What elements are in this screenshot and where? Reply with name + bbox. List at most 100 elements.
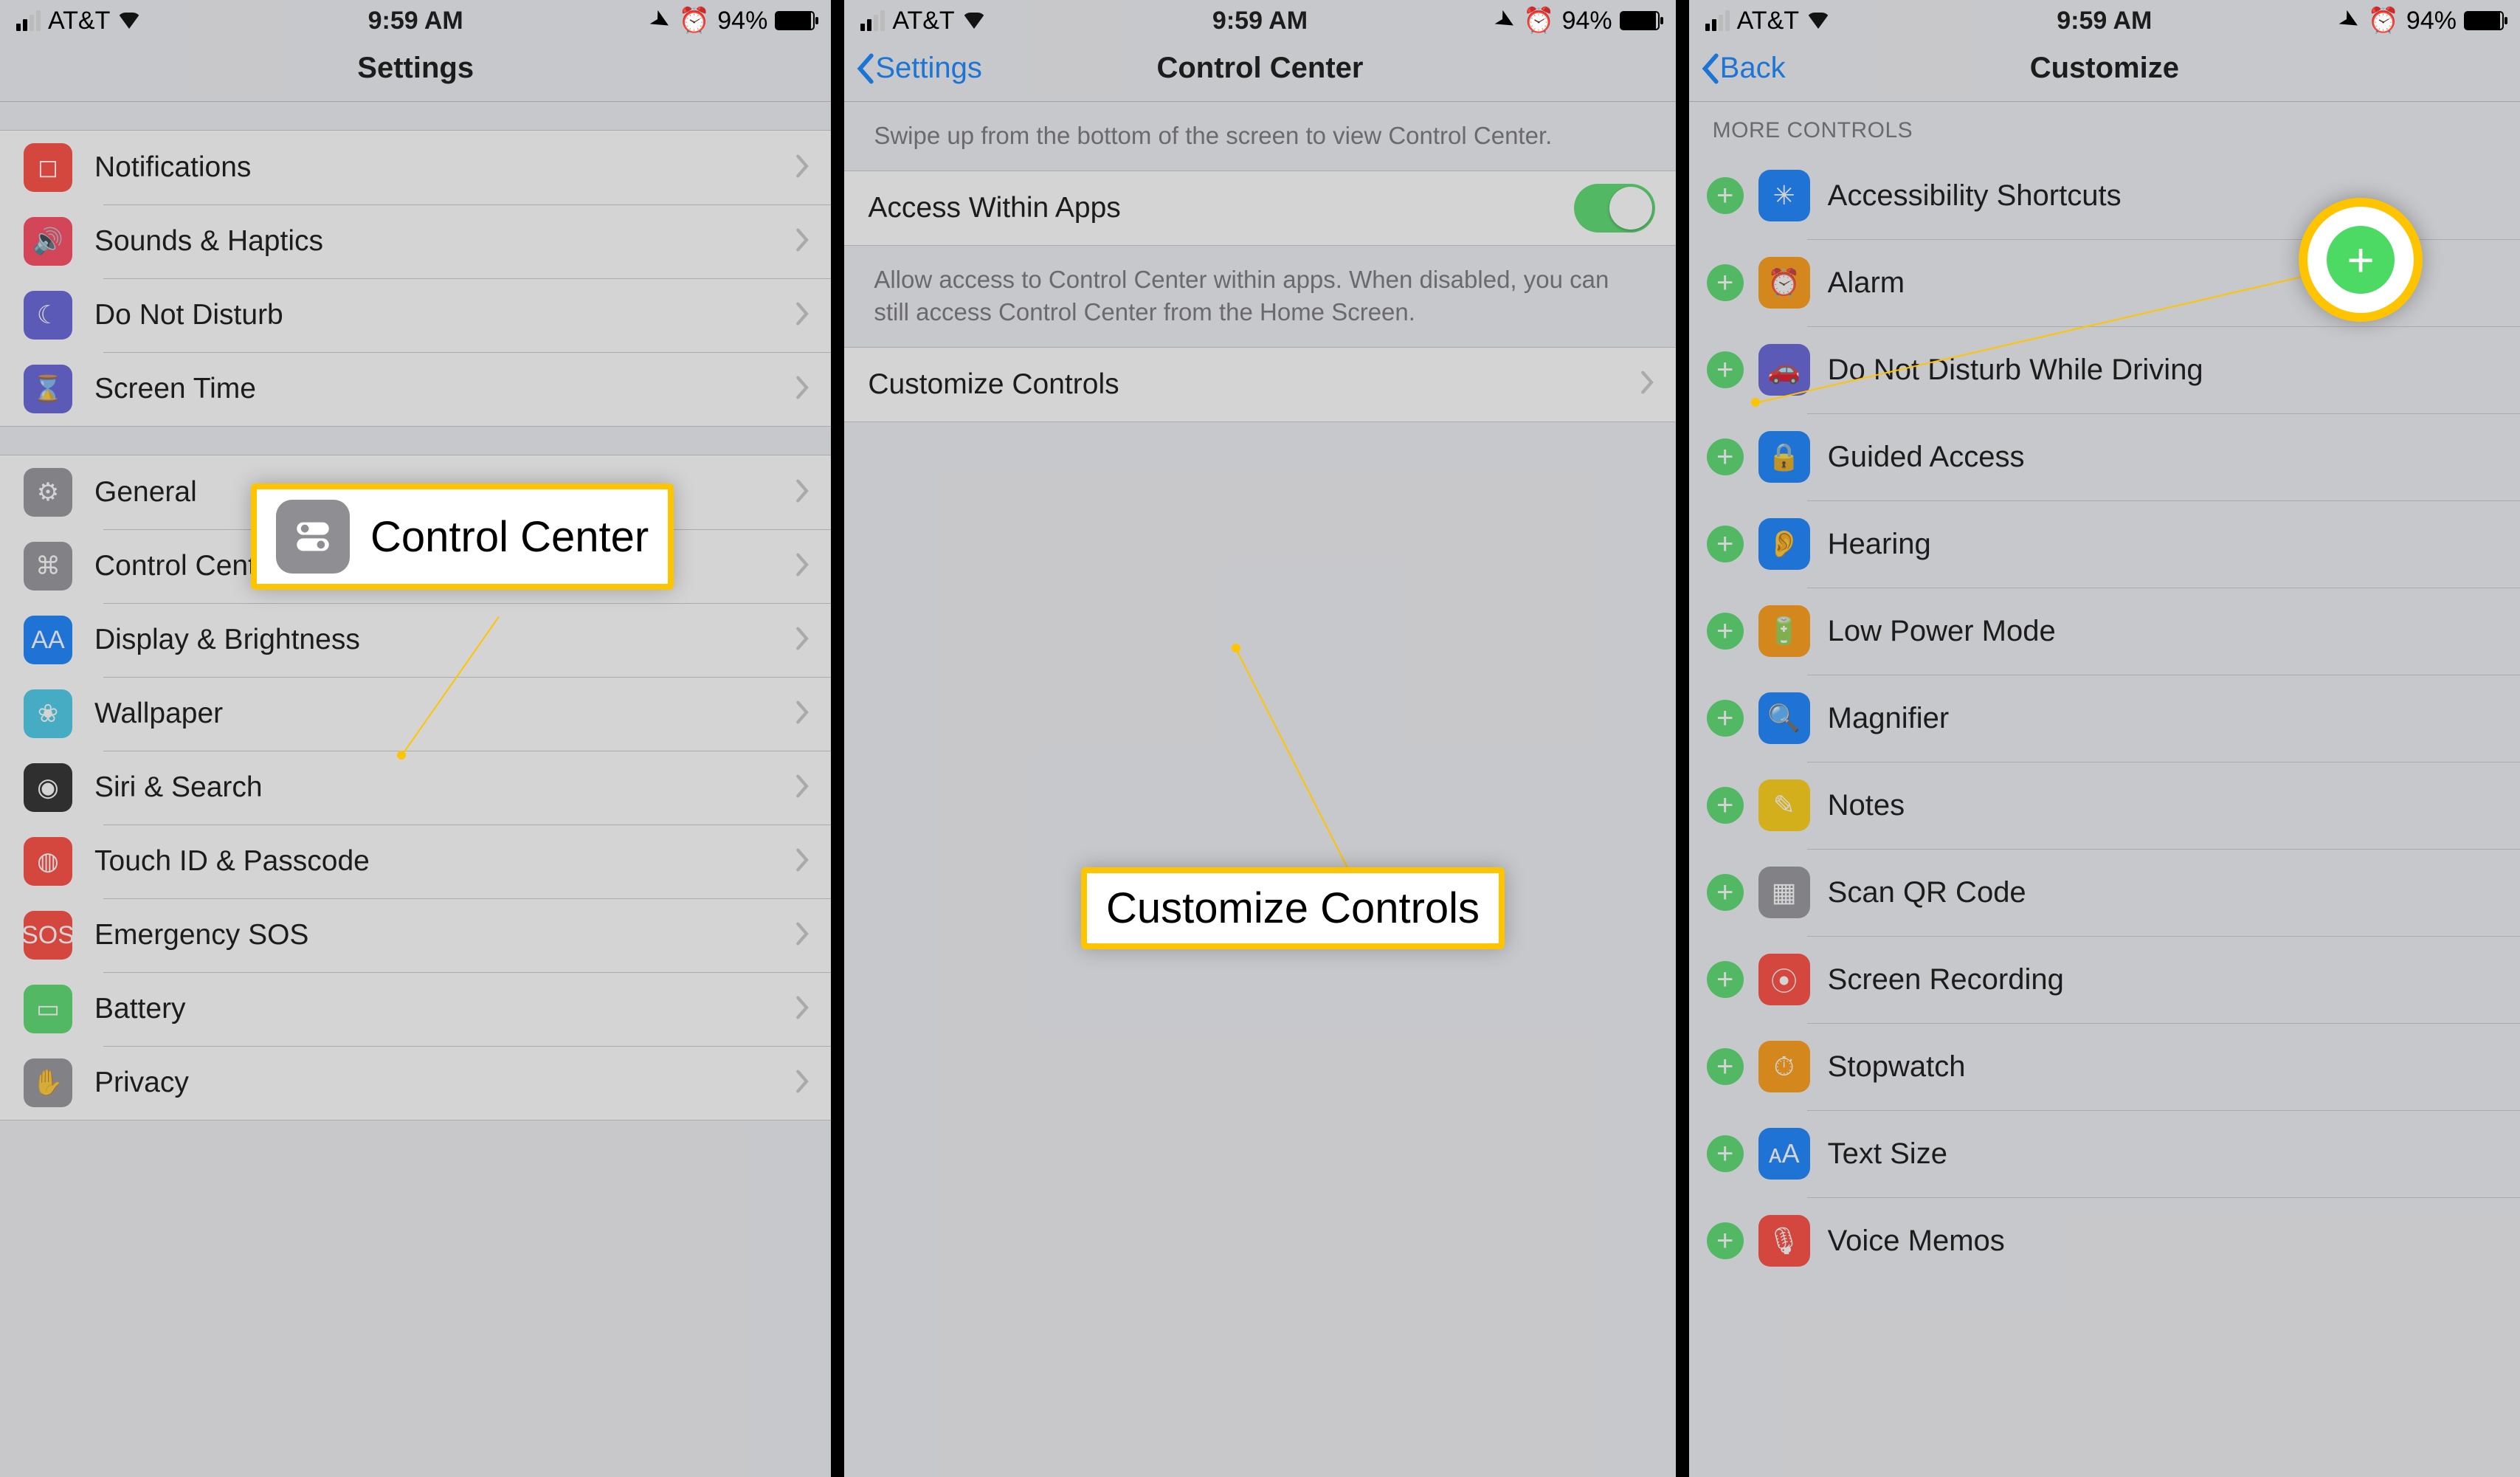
callout-customize-controls: Customize Controls xyxy=(1081,867,1505,949)
gear-icon: ⚙ xyxy=(24,468,72,517)
settings-row-wallpaper[interactable]: ❀Wallpaper xyxy=(0,677,831,751)
switches-icon: ⌘ xyxy=(24,542,72,591)
control-icon: 🔋 xyxy=(1758,605,1810,657)
status-bar: AT&T 9:59 AM ➤⏰94% xyxy=(844,0,1675,35)
chevron-right-icon xyxy=(795,375,810,404)
nav-bar: Settings Control Center xyxy=(844,35,1675,102)
chevron-right-icon xyxy=(795,227,810,256)
row-label: Do Not Disturb xyxy=(94,299,795,331)
settings-row-siri-search[interactable]: ◉Siri & Search xyxy=(0,751,831,824)
add-button[interactable]: + xyxy=(1707,613,1744,650)
section-header: MORE CONTROLS xyxy=(1689,102,2520,152)
control-icon: ⦿ xyxy=(1758,954,1810,1005)
control-row-do-not-disturb-while-driving: +🚗Do Not Disturb While Driving xyxy=(1689,326,2520,413)
customize-controls-row[interactable]: Customize Controls xyxy=(844,348,1675,421)
row-label: Access Within Apps xyxy=(868,192,1573,224)
row-label: Accessibility Shortcuts xyxy=(1828,179,2122,213)
row-label: Wallpaper xyxy=(94,698,795,730)
control-icon: ▦ xyxy=(1758,867,1810,918)
carrier: AT&T xyxy=(1737,7,1799,35)
row-label: Alarm xyxy=(1828,266,1905,300)
add-button[interactable]: + xyxy=(1707,1135,1744,1172)
callout-control-center: Control Center xyxy=(251,483,674,590)
settings-row-screen-time[interactable]: ⌛Screen Time xyxy=(0,352,831,426)
add-button[interactable]: + xyxy=(1707,177,1744,214)
row-label: Notifications xyxy=(94,151,795,184)
settings-row-battery[interactable]: ▭Battery xyxy=(0,972,831,1046)
wifi-icon xyxy=(117,13,141,29)
siri-icon: ◉ xyxy=(24,763,72,812)
hand-icon: ✋ xyxy=(24,1058,72,1107)
control-icon: 🚗 xyxy=(1758,344,1810,396)
callout-plus-button: + xyxy=(2299,198,2423,322)
control-row-guided-access: +🔒Guided Access xyxy=(1689,413,2520,500)
row-label: Privacy xyxy=(94,1067,795,1099)
SOS-icon: SOS xyxy=(24,911,72,960)
row-label: Voice Memos xyxy=(1828,1225,2005,1258)
battery-icon xyxy=(2464,11,2504,30)
chevron-right-icon xyxy=(795,626,810,655)
settings-row-notifications[interactable]: ◻Notifications xyxy=(0,131,831,204)
control-icon: ✎ xyxy=(1758,779,1810,831)
add-button[interactable]: + xyxy=(1707,351,1744,388)
chevron-right-icon xyxy=(795,921,810,950)
signal-icon xyxy=(16,10,41,31)
add-button[interactable]: + xyxy=(1707,264,1744,301)
control-icon: ᴀA xyxy=(1758,1128,1810,1180)
row-label: Guided Access xyxy=(1828,441,2025,474)
chevron-right-icon xyxy=(795,478,810,507)
row-label: Notes xyxy=(1828,789,1905,822)
control-icon: ⏰ xyxy=(1758,257,1810,309)
row-label: Magnifier xyxy=(1828,702,1950,735)
row-label: Sounds & Haptics xyxy=(94,225,795,258)
status-bar: AT&T 9:59 AM ➤⏰94% xyxy=(0,0,831,35)
settings-row-display-brightness[interactable]: AADisplay & Brightness xyxy=(0,603,831,677)
add-button[interactable]: + xyxy=(1707,1048,1744,1085)
plus-icon: + xyxy=(2327,226,2395,294)
wifi-icon xyxy=(1806,13,1830,29)
row-label: Hearing xyxy=(1828,528,1931,561)
chevron-right-icon xyxy=(795,774,810,802)
row-label: Display & Brightness xyxy=(94,624,795,656)
access-within-apps-row[interactable]: Access Within Apps xyxy=(844,171,1675,245)
alarm-icon: ⏰ xyxy=(679,6,710,35)
battery-icon xyxy=(1620,11,1660,30)
signal-icon xyxy=(1705,10,1730,31)
add-button[interactable]: + xyxy=(1707,526,1744,562)
control-icon: 🎙 xyxy=(1758,1215,1810,1267)
battery-pct: 94% xyxy=(1562,7,1612,35)
back-button[interactable]: Back xyxy=(1699,52,1786,85)
help-text: Swipe up from the bottom of the screen t… xyxy=(844,102,1675,171)
chevron-right-icon xyxy=(795,847,810,876)
control-icon: 👂 xyxy=(1758,518,1810,570)
add-button[interactable]: + xyxy=(1707,1222,1744,1259)
row-label: Scan QR Code xyxy=(1828,876,2026,909)
settings-row-emergency-sos[interactable]: SOSEmergency SOS xyxy=(0,898,831,972)
chevron-right-icon xyxy=(795,552,810,581)
switches-icon xyxy=(276,500,350,574)
settings-row-do-not-disturb[interactable]: ☾ Do Not Disturb xyxy=(0,278,831,352)
back-button[interactable]: Settings xyxy=(855,52,982,85)
settings-row-touch-id-passcode[interactable]: ◍Touch ID & Passcode xyxy=(0,824,831,898)
row-label: Customize Controls xyxy=(868,368,1640,401)
control-icon: ✳ xyxy=(1758,170,1810,221)
add-button[interactable]: + xyxy=(1707,787,1744,824)
add-button[interactable]: + xyxy=(1707,874,1744,911)
settings-row-privacy[interactable]: ✋ Privacy xyxy=(0,1046,831,1120)
control-center-screen: AT&T 9:59 AM ➤⏰94% Settings Control Cent… xyxy=(844,0,1675,1477)
add-button[interactable]: + xyxy=(1707,700,1744,737)
settings-row-sounds-haptics[interactable]: 🔊Sounds & Haptics xyxy=(0,204,831,278)
add-button[interactable]: + xyxy=(1707,438,1744,475)
moon-icon: ☾ xyxy=(24,291,72,340)
toggle-switch[interactable] xyxy=(1574,184,1655,233)
help-text: Allow access to Control Center within ap… xyxy=(844,246,1675,347)
control-row-text-size: +ᴀAText Size xyxy=(1689,1110,2520,1197)
add-button[interactable]: + xyxy=(1707,961,1744,998)
status-bar: AT&T 9:59 AM ➤⏰94% xyxy=(1689,0,2520,35)
carrier: AT&T xyxy=(892,7,954,35)
control-row-low-power-mode: +🔋Low Power Mode xyxy=(1689,588,2520,675)
control-row-scan-qr-code: + ▦ Scan QR Code xyxy=(1689,849,2520,936)
wifi-icon xyxy=(962,13,986,29)
control-row-notes: + ✎ Notes xyxy=(1689,762,2520,849)
chevron-right-icon xyxy=(795,154,810,182)
